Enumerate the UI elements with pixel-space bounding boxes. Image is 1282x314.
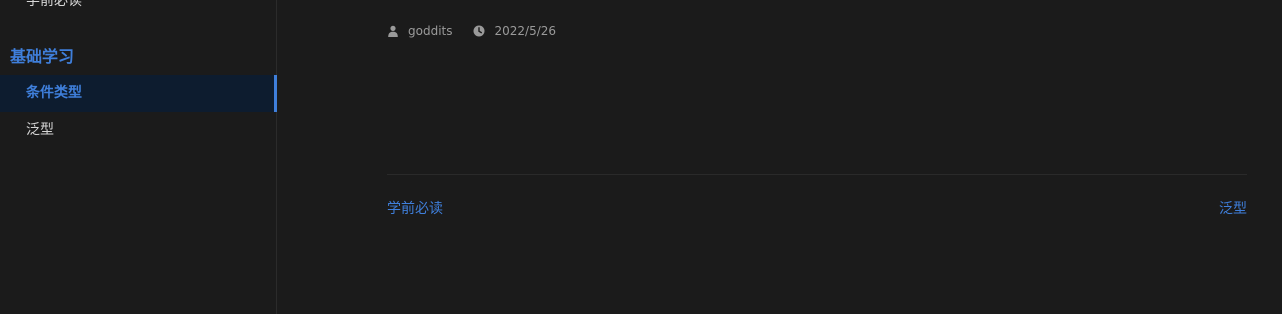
article-meta: goddits 2022/5/26: [387, 24, 556, 38]
publish-date: 2022/5/26: [494, 24, 557, 38]
sidebar-item-prev-partial[interactable]: 学前必读: [26, 0, 82, 10]
author-name[interactable]: goddits: [408, 24, 452, 38]
user-icon: [387, 25, 399, 37]
next-page-link[interactable]: 泛型: [1219, 198, 1247, 218]
sidebar: 学前必读 基础学习 条件类型 泛型: [0, 0, 277, 314]
divider: [387, 174, 1247, 175]
clock-icon: [473, 25, 485, 37]
sidebar-item-generics[interactable]: 泛型: [0, 112, 277, 149]
sidebar-group-title[interactable]: 基础学习: [10, 43, 74, 67]
prev-page-link[interactable]: 学前必读: [387, 198, 443, 218]
sidebar-item-conditional-types[interactable]: 条件类型: [0, 75, 277, 112]
